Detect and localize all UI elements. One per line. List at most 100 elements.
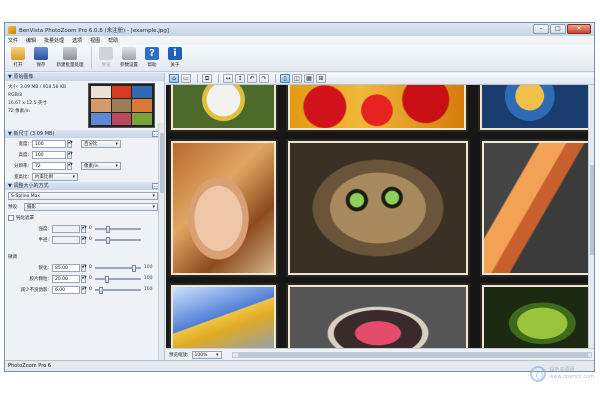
panel-scrollbar[interactable] [158, 123, 164, 360]
open-button[interactable]: 打开 [7, 45, 29, 71]
panel-scrollbar-thumb[interactable] [160, 133, 164, 193]
radius-label: 半径: [38, 237, 49, 243]
artifact-label: 减少不良伪影: [20, 287, 49, 293]
source-thumbnail[interactable] [88, 83, 155, 128]
about-label: 关于 [170, 63, 180, 68]
help-button[interactable]: ? 帮助 [141, 45, 163, 71]
intensity-spinner[interactable]: ▲▼ [81, 224, 87, 233]
artifact-input[interactable]: 6.00 [52, 285, 80, 294]
aspect-select[interactable]: 约束比例 [32, 172, 78, 181]
resolution-input[interactable]: 72 [32, 161, 66, 170]
fit-label: 宽高比: [13, 174, 29, 180]
viewer-scrollbar-thumb[interactable] [590, 165, 594, 255]
home-view-button[interactable]: ⌂ [169, 74, 179, 83]
thumb-cell [111, 86, 132, 99]
method-section-title: 调整大小的方式 [13, 183, 49, 189]
flip-horizontal-button[interactable]: ↔ [223, 74, 233, 83]
method-section-header[interactable]: ▼ 调整大小的方式… [5, 182, 164, 190]
intensity-slider[interactable] [94, 225, 141, 233]
watermark-text: 绿色资源网 www.downcc.com [549, 367, 594, 381]
film-grain-spinner[interactable]: ▲▼ [81, 274, 87, 283]
film-grain-slider-handle[interactable] [104, 275, 109, 283]
zoom-label: 预览缩放: [169, 352, 189, 358]
site-watermark: 绿色资源网 www.downcc.com [530, 366, 594, 382]
preview-button[interactable]: 预览 [95, 45, 117, 71]
crop-button[interactable]: ⧉ [202, 74, 212, 83]
sharpness-spinner[interactable]: ▲▼ [81, 263, 87, 272]
preset-select[interactable]: 摄影 [24, 202, 158, 211]
film-grain-slider[interactable] [94, 275, 141, 283]
save-label: 保存 [36, 63, 46, 68]
sharpness-input[interactable]: 85.00 [52, 263, 80, 272]
thumb-cell [132, 112, 152, 125]
sharpness-slider[interactable] [94, 264, 141, 272]
width-spinner[interactable]: ▲▼ [67, 139, 73, 148]
intensity-input[interactable] [52, 224, 80, 233]
settings-button[interactable]: 参数设置 [118, 45, 140, 71]
algorithm-select[interactable]: S-Spline Max [8, 191, 158, 200]
about-button[interactable]: i 关于 [164, 45, 186, 71]
artifact-slider[interactable] [94, 286, 141, 294]
new-size-section-title: 新尺寸 (3.09 MB) [13, 131, 55, 137]
unsharp-row: 钝化遮罩 [5, 212, 164, 223]
thumb-cell [111, 112, 132, 125]
watermark-line2: www.downcc.com [549, 374, 594, 380]
menu-batch[interactable]: 批量处理 [44, 37, 64, 44]
viewer-scrollbar[interactable] [588, 85, 594, 348]
unsharp-checkbox[interactable] [8, 214, 14, 221]
photo-fish [480, 85, 588, 130]
compare-view-button[interactable]: ⊞ [316, 74, 326, 83]
intensity-slider-handle[interactable] [105, 225, 110, 233]
menu-options[interactable]: 选项 [72, 37, 82, 44]
rotate-left-button[interactable]: ↶ [247, 74, 257, 83]
radius-row: 半径: ▲▼ 0 [5, 234, 164, 245]
sharpness-label: 锐化: [38, 265, 49, 271]
help-question-icon: ? [145, 47, 159, 60]
unit-select[interactable]: 百分比 [81, 139, 121, 148]
single-view-button[interactable]: ▯ [280, 74, 290, 83]
resolution-unit-select[interactable]: 像素/in [81, 161, 121, 170]
menu-help[interactable]: 帮助 [108, 37, 118, 44]
height-row: 高度: 100 ▲▼ [5, 149, 164, 160]
maximize-button[interactable]: □ [550, 24, 566, 34]
image-preview[interactable] [166, 85, 588, 348]
resolution-spinner[interactable]: ▲▼ [67, 161, 73, 170]
film-grain-input[interactable]: 20.00 [52, 274, 80, 283]
quad-view-button[interactable]: ▦ [304, 74, 314, 83]
radius-slider[interactable] [94, 236, 141, 244]
flip-vertical-button[interactable]: ↕ [235, 74, 245, 83]
viewer-horizontal-scrollbar[interactable] [231, 351, 592, 358]
radius-spinner[interactable]: ▲▼ [81, 235, 87, 244]
artifact-slider-handle[interactable] [98, 286, 103, 294]
sharpness-min: 0 [89, 265, 92, 270]
sharpness-slider-handle[interactable] [131, 264, 136, 272]
new-size-section-header[interactable]: ▼ 新尺寸 (3.09 MB)… [5, 130, 164, 138]
close-button[interactable]: ✕ [567, 24, 591, 34]
minimize-button[interactable]: – [533, 24, 549, 34]
folder-open-icon [11, 47, 25, 60]
floppy-save-icon [34, 47, 48, 60]
height-input[interactable]: 100 [32, 150, 66, 159]
batch-stack-icon [63, 47, 77, 60]
dual-view-button[interactable]: ◫ [292, 74, 302, 83]
radius-slider-handle[interactable] [105, 236, 110, 244]
source-section-header[interactable]: ▼ 原始图像 [5, 73, 164, 81]
zoom-select[interactable]: 100% [191, 350, 222, 359]
title-bar[interactable]: BenVista PhotoZoom Pro 6.0.8 (未注册) - [ex… [5, 23, 594, 36]
resolution-row: 分辨率: 72 ▲▼ 像素/in [5, 160, 164, 171]
height-spinner[interactable]: ▲▼ [67, 150, 73, 159]
rotate-right-button[interactable]: ↷ [259, 74, 269, 83]
menu-edit[interactable]: 编辑 [26, 37, 36, 44]
split-view-button[interactable]: ▭ [181, 74, 191, 83]
intensity-min: 0 [89, 226, 92, 231]
radius-input[interactable] [52, 235, 80, 244]
horizontal-scrollbar-thumb[interactable] [237, 352, 588, 357]
save-button[interactable]: 保存 [30, 45, 52, 71]
new-batch-button[interactable]: 新建批量处理 [53, 45, 87, 71]
film-grain-min: 0 [89, 276, 92, 281]
menu-file[interactable]: 文件 [8, 37, 18, 44]
artifact-spinner[interactable]: ▲▼ [81, 285, 87, 294]
width-input[interactable]: 100 [32, 139, 66, 148]
fit-row: 宽高比: 约束比例 [5, 171, 164, 182]
menu-view[interactable]: 视图 [90, 37, 100, 44]
